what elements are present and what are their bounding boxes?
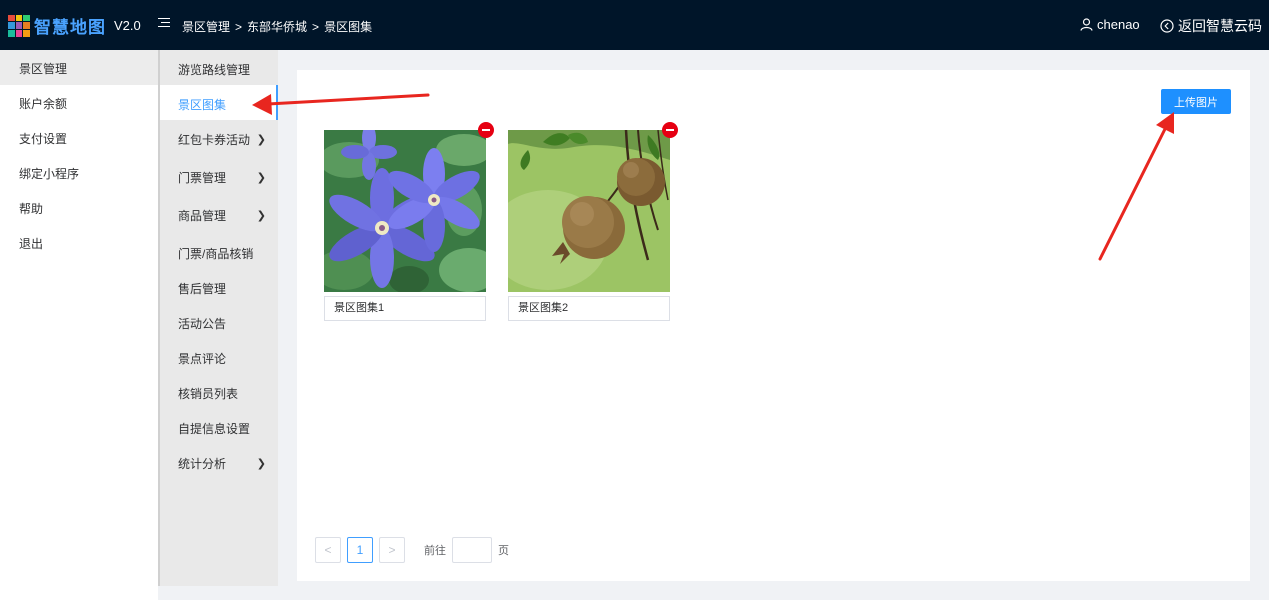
sidebar-item-payment[interactable]: 支付设置 [0, 120, 158, 155]
sidebar-item-scenic[interactable]: 景区管理 [0, 50, 158, 85]
user-name: chenao [1097, 17, 1140, 32]
submenu-item-tickets[interactable]: 门票管理 ❯ [160, 158, 278, 196]
image-caption[interactable]: 景区图集1 [324, 296, 486, 321]
submenu-label: 商品管理 [178, 209, 227, 223]
submenu-label: 统计分析 [178, 457, 227, 471]
submenu-label: 售后管理 [178, 282, 227, 296]
submenu-label: 景区图集 [178, 98, 227, 112]
pagination: < 1 > 前往 页 [315, 537, 509, 563]
upload-image-button[interactable]: 上传图片 [1161, 89, 1231, 114]
sidebar-item-balance[interactable]: 账户余额 [0, 85, 158, 120]
submenu-item-announcements[interactable]: 活动公告 [160, 304, 278, 339]
next-page-button[interactable]: > [379, 537, 405, 563]
breadcrumb-separator: > [312, 20, 320, 34]
submenu-item-coupons[interactable]: 红包卡券活动 ❯ [160, 120, 278, 158]
delete-image-icon[interactable] [662, 122, 678, 138]
breadcrumb-separator: > [235, 20, 243, 34]
sidebar-item-help[interactable]: 帮助 [0, 190, 158, 225]
submenu-label: 景点评论 [178, 352, 227, 366]
page-number[interactable]: 1 [347, 537, 373, 563]
user-icon [1080, 18, 1093, 31]
user-menu[interactable]: chenao [1080, 17, 1140, 32]
submenu-item-gallery[interactable]: 景区图集 [160, 85, 278, 120]
gallery-card: 景区图集1 [324, 122, 494, 321]
goto-label: 前往 [424, 545, 446, 557]
submenu-item-reviews[interactable]: 景点评论 [160, 339, 278, 374]
breadcrumb: 景区管理 > 东部华侨城 > 景区图集 [182, 18, 372, 35]
prev-page-button[interactable]: < [315, 537, 341, 563]
submenu-item-verifiers[interactable]: 核销员列表 [160, 374, 278, 409]
delete-image-icon[interactable] [478, 122, 494, 138]
pomegranate-photo [508, 130, 670, 292]
gallery-image[interactable] [324, 130, 486, 292]
back-label: 返回智慧云码 [1178, 18, 1262, 34]
submenu: 游览路线管理 景区图集 红包卡券活动 ❯ 门票管理 ❯ 商品管理 ❯ 门票/商品核销 … [158, 50, 278, 586]
sidebar-item-miniprogram[interactable]: 绑定小程序 [0, 155, 158, 190]
logo[interactable]: 智慧地图 V2.0 [8, 13, 141, 38]
submenu-label: 核销员列表 [178, 387, 239, 401]
page-unit-label: 页 [498, 545, 509, 557]
chevron-down-icon: ❯ [256, 134, 266, 146]
back-icon [1160, 19, 1174, 33]
submenu-label: 活动公告 [178, 317, 227, 331]
gallery-image[interactable] [508, 130, 670, 292]
submenu-label: 门票管理 [178, 171, 227, 185]
submenu-item-verification[interactable]: 门票/商品核销 [160, 234, 278, 269]
submenu-item-goods[interactable]: 商品管理 ❯ [160, 196, 278, 234]
chevron-down-icon: ❯ [256, 172, 266, 184]
goto-page-input[interactable] [452, 537, 492, 563]
flower-photo [324, 130, 486, 292]
submenu-label: 红包卡券活动 [178, 133, 251, 147]
breadcrumb-item[interactable]: 东部华侨城 [247, 20, 307, 34]
submenu-item-stats[interactable]: 统计分析 ❯ [160, 444, 278, 479]
top-bar: 智慧地图 V2.0 景区管理 > 东部华侨城 > 景区图集 chenao 返回智慧云码 [0, 0, 1269, 50]
sidebar-item-logout[interactable]: 退出 [0, 225, 158, 260]
submenu-item-routes[interactable]: 游览路线管理 [160, 50, 278, 85]
gallery-card: 景区图集2 [508, 122, 678, 321]
chevron-down-icon: ❯ [256, 210, 266, 222]
submenu-label: 自提信息设置 [178, 422, 251, 436]
submenu-item-aftersales[interactable]: 售后管理 [160, 269, 278, 304]
sidebar: 景区管理 账户余额 支付设置 绑定小程序 帮助 退出 [0, 50, 158, 600]
submenu-label: 门票/商品核销 [178, 247, 254, 261]
submenu-item-pickup[interactable]: 自提信息设置 [160, 409, 278, 444]
breadcrumb-item: 景区图集 [324, 20, 373, 34]
logo-icon [8, 14, 30, 37]
gallery-panel: 上传图片 景区图集1 景区图集2 < 1 > 前往 页 [297, 70, 1250, 581]
chevron-down-icon: ❯ [256, 458, 266, 470]
submenu-label: 游览路线管理 [178, 63, 251, 77]
logo-text: 智慧地图 [34, 18, 106, 37]
image-caption[interactable]: 景区图集2 [508, 296, 670, 321]
version-label: V2.0 [114, 18, 141, 33]
menu-toggle-icon[interactable] [158, 18, 170, 30]
back-link[interactable]: 返回智慧云码 [1160, 16, 1262, 36]
breadcrumb-item[interactable]: 景区管理 [182, 20, 230, 34]
